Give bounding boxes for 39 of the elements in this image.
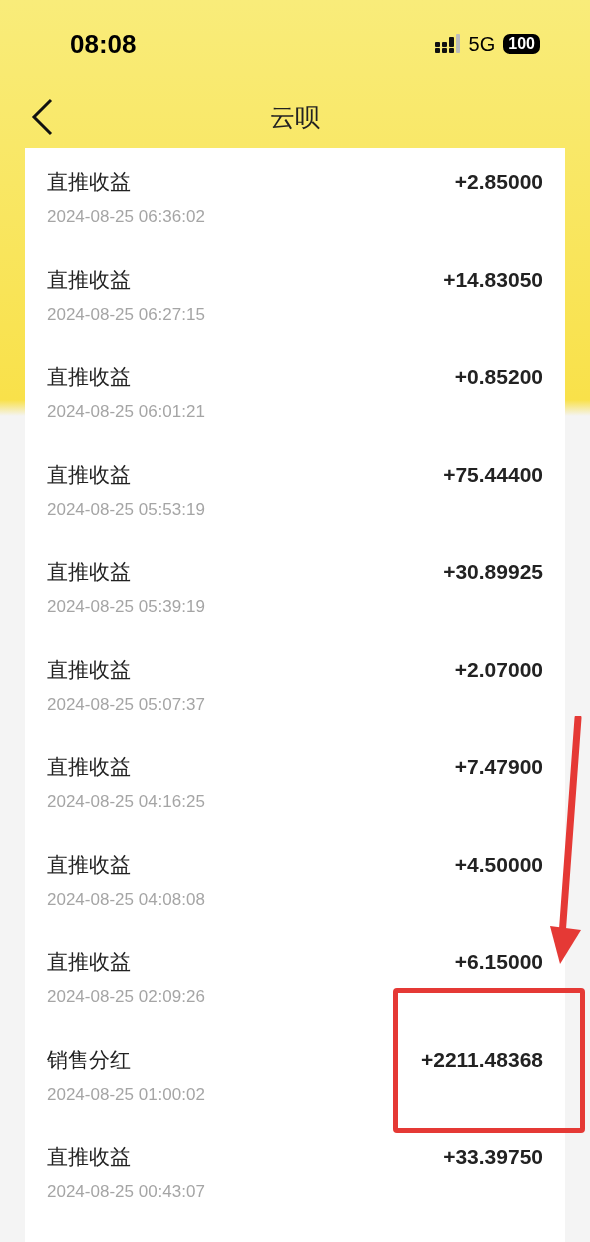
record-time: 2024-08-25 05:07:37 [47,694,205,714]
record-time: 2024-08-25 06:27:15 [47,304,205,324]
record-amount: +2.07000 [454,657,543,681]
record-time: 2024-08-25 06:01:21 [47,402,205,421]
record-amount: +14.83050 [443,267,543,291]
record-amount: +0.85200 [454,365,543,389]
record-title: 直推收益 [47,1144,131,1171]
page-title: 云呗 [270,102,320,134]
record-amount: +75.44400 [443,462,543,486]
record-time: 2024-08-25 04:08:08 [47,889,205,909]
record-title: 直推收益 [47,656,131,683]
record-amount: +2211.48368 [420,1047,543,1071]
record-time: 2024-08-25 00:43:07 [47,1182,205,1201]
record-title: 直推收益 [47,461,131,488]
record-amount: +33.39750 [443,1145,543,1169]
record-time: 2024-08-25 05:53:19 [47,499,205,519]
record-title: 直推收益 [47,559,131,586]
record-title: 直推收益 [47,266,131,293]
back-icon[interactable] [30,98,54,136]
record-title: 直推收益 [47,851,131,878]
record-time: 2024-08-25 04:16:25 [47,792,205,811]
record-title: 直推收益 [47,949,131,976]
record-amount: +7.47900 [454,755,543,779]
record-amount: +4.50000 [454,852,543,876]
record-amount: +2.85000 [454,170,543,194]
status-time: 08:08 [70,27,137,61]
record-amount: +6.15000 [454,950,543,974]
record-time: 2024-08-25 01:00:02 [47,1084,205,1104]
record-title: 直推收益 [47,754,131,781]
record-amount: +30.89925 [443,560,543,584]
record-time: 2024-08-25 02:09:26 [47,987,205,1006]
record-time: 2024-08-25 06:36:02 [47,207,205,226]
network-label: 5G [468,32,496,57]
record-title: 销售分红 [47,1046,131,1073]
record-time: 2024-08-25 05:39:19 [47,597,205,616]
signal-icon [434,34,461,54]
battery-indicator: 100 [503,34,540,54]
record-title: 直推收益 [47,169,131,196]
record-title: 直推收益 [47,364,131,391]
